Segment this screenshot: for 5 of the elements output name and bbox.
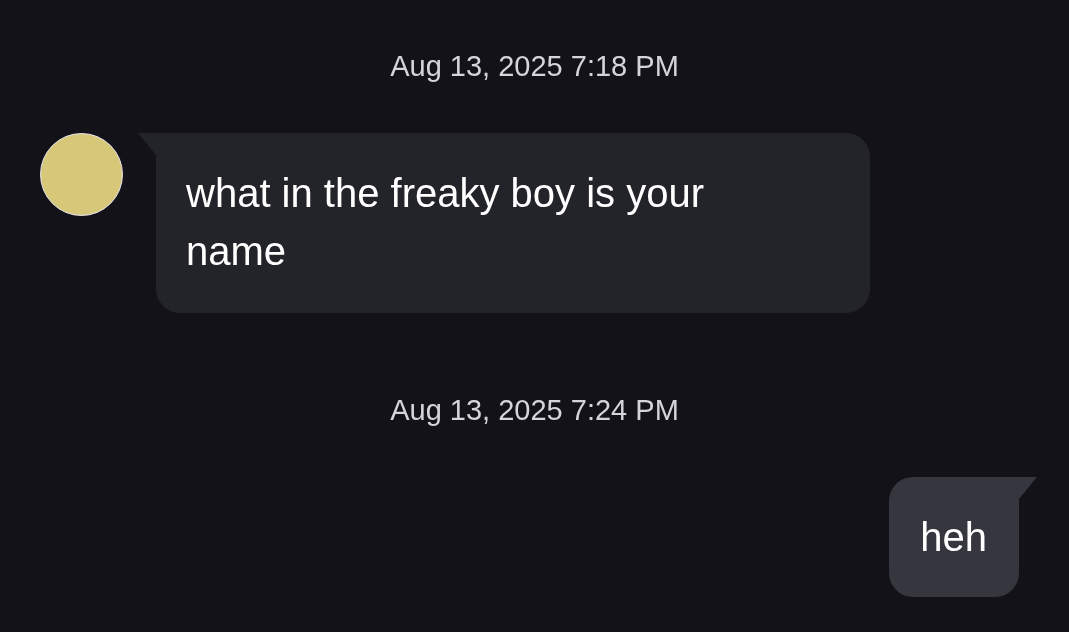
avatar-icon [40,133,123,216]
message-bubble: heh [889,477,1019,597]
message-timestamp: Aug 13, 2025 7:18 PM [390,49,679,84]
message-bubble: what in the freaky boy is your name [156,133,870,313]
message-timestamp: Aug 13, 2025 7:24 PM [390,393,679,428]
